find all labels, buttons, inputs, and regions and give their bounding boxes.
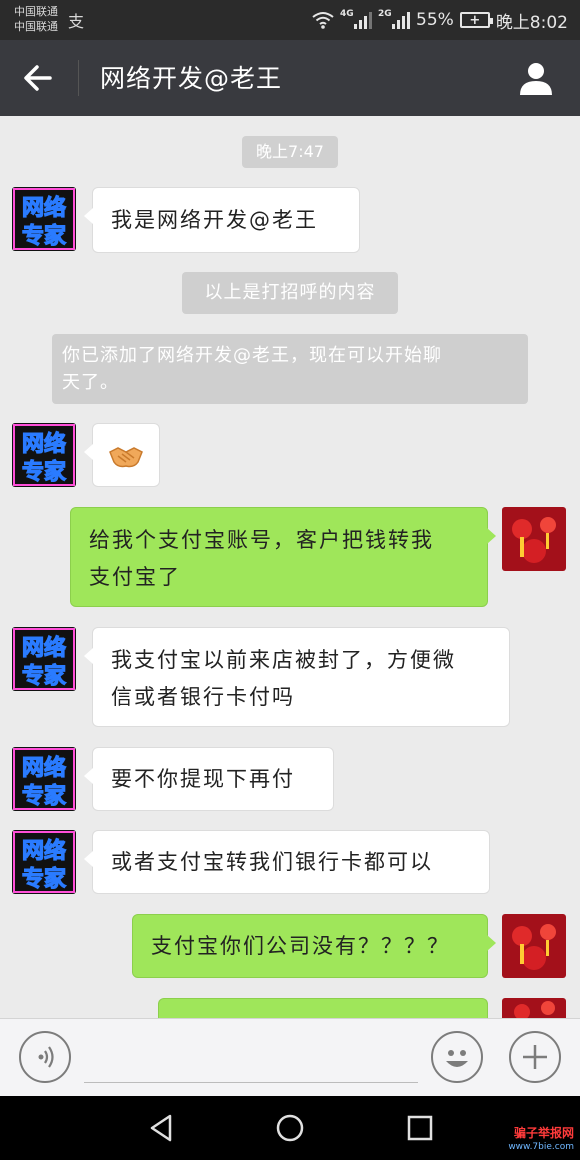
avatar-contact[interactable]: 网络 专家	[12, 187, 76, 251]
message-bubble-incoming[interactable]: 我是网络开发@老王	[84, 187, 360, 253]
voice-button[interactable]	[19, 1031, 71, 1083]
signal-2g-icon: 2G	[378, 9, 411, 29]
watermark-title: 骗子举报网	[513, 1126, 574, 1140]
emoji-button[interactable]	[431, 1031, 483, 1083]
avatar-self[interactable]	[502, 507, 566, 571]
carrier-label: 中国联通 中国联通	[14, 5, 58, 33]
system-nav-bar: 骗子举报网 www.7bie.com	[0, 1096, 580, 1160]
message-bubble-outgoing[interactable]	[158, 998, 488, 1018]
back-button[interactable]	[22, 58, 62, 98]
svg-text:网络: 网络	[22, 755, 66, 781]
avatar-contact[interactable]: 网络 专家	[12, 423, 76, 487]
svg-text:网络: 网络	[22, 431, 66, 457]
battery-percent: 55%	[416, 10, 454, 30]
person-icon	[520, 63, 552, 95]
system-greeting-label: 以上是打招呼的内容	[182, 272, 398, 314]
avatar-contact[interactable]: 网络 专家	[12, 830, 76, 894]
status-indicators: 4G 2G 55% + 晚上8:02	[312, 8, 568, 33]
nav-recent-icon[interactable]	[405, 1112, 435, 1144]
smiley-icon	[446, 1050, 468, 1067]
contact-info-button[interactable]	[518, 60, 554, 96]
message-bubble-incoming[interactable]: 要不你提现下再付	[84, 747, 334, 811]
message-bubble-outgoing[interactable]: 给我个支付宝账号，客户把钱转我 支付宝了	[70, 507, 496, 607]
battery-icon: +	[459, 12, 493, 28]
message-bubble-outgoing[interactable]: 支付宝你们公司没有？？？？	[132, 914, 496, 978]
input-bar	[0, 1018, 580, 1096]
header-divider	[78, 60, 79, 96]
svg-text:专家: 专家	[22, 459, 67, 485]
clock: 晚上8:02	[495, 12, 568, 33]
plus-icon	[523, 1045, 547, 1069]
back-arrow-icon	[24, 65, 52, 91]
voice-icon	[38, 1046, 54, 1068]
timestamp: 晚上7:47	[242, 136, 338, 168]
svg-text:网络: 网络	[22, 838, 66, 864]
handshake-emoji-icon	[109, 447, 143, 468]
signal-4g-icon: 4G	[340, 9, 373, 29]
watermark: 骗子举报网 www.7bie.com	[508, 1126, 574, 1154]
svg-text:专家: 专家	[22, 663, 67, 689]
message-bubble-incoming[interactable]: 或者支付宝转我们银行卡都可以	[84, 830, 490, 894]
page-title: 网络开发@老王	[100, 64, 283, 93]
alipay-notification-icon: 支	[68, 12, 85, 31]
avatar-text-1: 网络	[22, 195, 66, 221]
chat-header: 网络开发@老王	[0, 40, 580, 116]
avatar-self[interactable]	[502, 914, 566, 978]
message-bubble-incoming[interactable]: 我支付宝以前来店被封了，方便微 信或者银行卡付吗	[84, 627, 510, 727]
nav-back-icon[interactable]	[146, 1112, 176, 1144]
message-bubble-incoming[interactable]	[84, 423, 160, 487]
nav-home-icon[interactable]	[275, 1112, 305, 1144]
message-input[interactable]	[84, 1082, 418, 1083]
avatar-text-2: 专家	[22, 223, 67, 249]
watermark-url: www.7bie.com	[508, 1142, 574, 1152]
svg-text:专家: 专家	[22, 866, 67, 892]
svg-text:网络: 网络	[22, 635, 66, 661]
wifi-icon	[312, 12, 334, 29]
avatar-contact[interactable]: 网络 专家	[12, 627, 76, 691]
status-bar: 中国联通 中国联通 支 4G 2G 55% + 晚上8:02	[0, 0, 580, 40]
avatar-image: 网络 专家	[12, 187, 76, 251]
avatar-contact[interactable]: 网络 专家	[12, 747, 76, 811]
more-button[interactable]	[509, 1031, 561, 1083]
avatar-self-image	[502, 507, 566, 571]
avatar-self[interactable]	[502, 998, 566, 1018]
system-added-notice: 你已添加了网络开发@老王，现在可以开始聊 天了。	[52, 334, 528, 404]
svg-text:专家: 专家	[22, 783, 67, 809]
